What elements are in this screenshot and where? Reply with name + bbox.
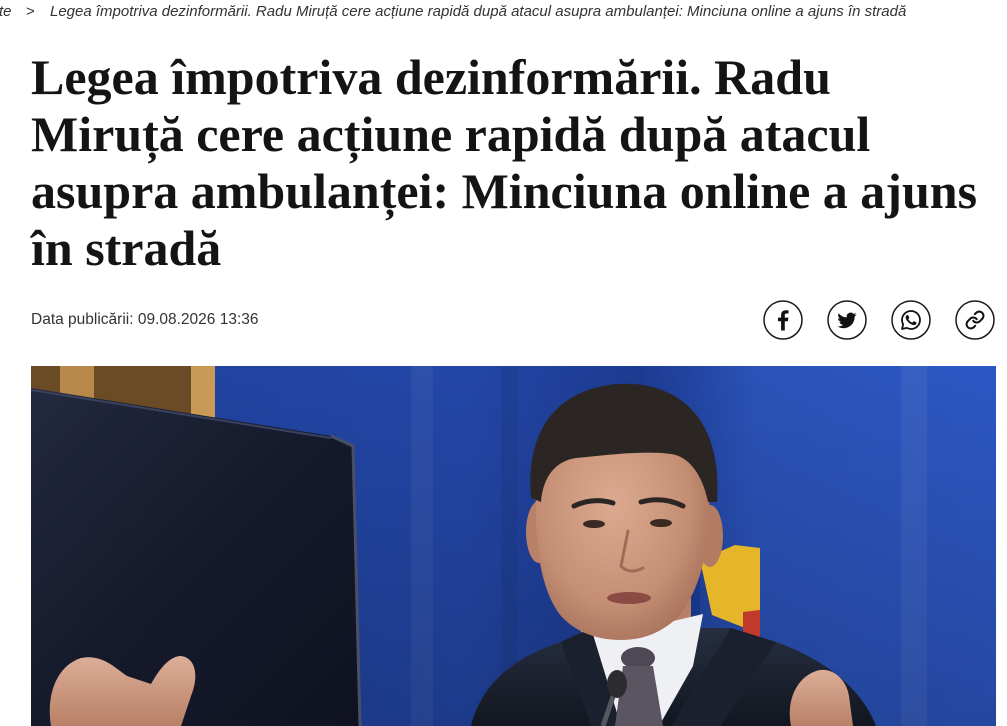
- article-title-line: asupra ambulanței: Minciuna online a aju…: [31, 163, 978, 219]
- article-photo-illustration: [31, 366, 996, 726]
- facebook-icon: [763, 300, 803, 340]
- share-bar: [763, 300, 995, 340]
- link-icon: [955, 300, 995, 340]
- whatsapp-icon: [891, 300, 931, 340]
- microphone-head: [607, 670, 627, 698]
- publication-date: Data publicării: 09.08.2026 13:36: [31, 311, 259, 328]
- breadcrumb-separator: >: [26, 3, 35, 20]
- article-title-line: Miruță cere acțiune rapidă după atacul: [31, 106, 871, 162]
- facebook-share-button[interactable]: [763, 300, 803, 340]
- whatsapp-share-button[interactable]: [891, 300, 931, 340]
- speaker-mouth: [607, 592, 651, 604]
- twitter-icon: [827, 300, 867, 340]
- article-title-line: în stradă: [31, 220, 222, 276]
- speaker-right-eye: [650, 519, 672, 527]
- breadcrumb: te > Legea împotriva dezinformării. Radu…: [0, 2, 1007, 24]
- speaker-left-eye: [583, 520, 605, 528]
- article-title: Legea împotriva dezinformării. Radu Miru…: [31, 49, 977, 277]
- twitter-share-button[interactable]: [827, 300, 867, 340]
- copy-link-button[interactable]: [955, 300, 995, 340]
- article-title-line: Legea împotriva dezinformării. Radu: [31, 49, 831, 105]
- speaker-tie-knot: [621, 647, 655, 669]
- article-photo: [31, 366, 996, 726]
- breadcrumb-current: Legea împotriva dezinformării. Radu Miru…: [50, 3, 907, 20]
- breadcrumb-parent-link[interactable]: te: [0, 2, 12, 22]
